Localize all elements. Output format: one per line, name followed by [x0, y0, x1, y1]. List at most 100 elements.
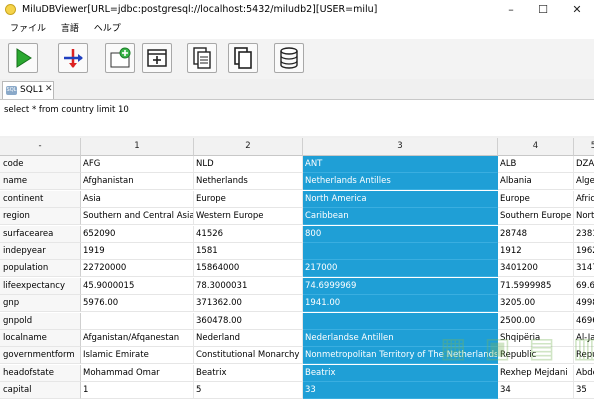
table-cell[interactable]: Western Europe [194, 208, 303, 226]
table-cell[interactable]: DZA [574, 156, 594, 173]
database-button[interactable] [274, 43, 304, 73]
table-cell[interactable]: 1581 [194, 243, 303, 260]
row-header[interactable]: population [0, 260, 81, 278]
row-header[interactable]: continent [0, 190, 81, 208]
table-cell[interactable]: Algeria [574, 173, 594, 191]
row-header[interactable]: governmentform [0, 347, 81, 365]
table-cell[interactable]: AFG [81, 156, 194, 173]
column-header-4[interactable]: 4 [498, 138, 574, 156]
table-cell[interactable]: 800 [303, 225, 498, 243]
table-cell[interactable]: Islamic Emirate [81, 347, 194, 365]
close-button[interactable]: ✕ [562, 0, 592, 20]
table-cell[interactable]: 1941.00 [303, 295, 498, 313]
table-cell[interactable]: Beatrix [303, 364, 498, 382]
table-cell[interactable]: Europe [498, 190, 574, 208]
table-cell[interactable]: Southern Europe [498, 208, 574, 226]
row-header[interactable]: gnpold [0, 312, 81, 330]
table-cell[interactable]: 33 [303, 382, 498, 400]
menu-file[interactable]: ファイル [4, 20, 52, 39]
table-cell[interactable]: 71.5999985 [498, 277, 574, 295]
table-cell[interactable]: Constitutional Monarchy [194, 347, 303, 365]
table-cell[interactable]: Asia [81, 190, 194, 208]
table-cell[interactable]: 1912 [498, 243, 574, 260]
menu-language[interactable]: 言語 [55, 20, 85, 39]
table-cell[interactable] [303, 312, 498, 330]
table-cell[interactable]: 22720000 [81, 260, 194, 278]
table-cell[interactable]: 49982.00 [574, 295, 594, 313]
table-cell[interactable]: Albania [498, 173, 574, 191]
new-tab-button[interactable] [105, 43, 135, 73]
table-cell[interactable]: 3401200 [498, 260, 574, 278]
maximize-button[interactable]: ☐ [528, 0, 558, 20]
table-cell[interactable]: Netherlands [194, 173, 303, 191]
copy-doc-button[interactable] [187, 43, 217, 73]
table-cell[interactable]: 1962 [574, 243, 594, 260]
table-cell[interactable]: 78.3000031 [194, 277, 303, 295]
table-cell[interactable]: 31471000 [574, 260, 594, 278]
table-cell[interactable]: Southern and Central Asia [81, 208, 194, 226]
row-header[interactable]: indepyear [0, 243, 81, 260]
table-cell[interactable]: NLD [194, 156, 303, 173]
table-cell[interactable]: 34 [498, 382, 574, 400]
table-cell[interactable]: 5 [194, 382, 303, 400]
table-cell[interactable]: Nederland [194, 330, 303, 347]
table-cell[interactable]: 217000 [303, 260, 498, 278]
sql-text[interactable]: select * from country limit 10 [4, 105, 129, 115]
tab-sql1[interactable]: SQL SQL1 ✕ [2, 81, 54, 99]
column-header-0[interactable]: - [0, 138, 81, 156]
table-cell[interactable]: 5976.00 [81, 295, 194, 313]
table-cell[interactable]: 2381741 [574, 226, 594, 243]
table-cell[interactable]: Mohammad Omar [81, 364, 194, 382]
table-cell[interactable]: 15864000 [194, 260, 303, 278]
table-cell[interactable]: 1 [81, 382, 194, 400]
table-cell[interactable]: Beatrix [194, 364, 303, 382]
table-cell[interactable]: 46966.00 [574, 313, 594, 330]
table-cell[interactable] [303, 243, 498, 260]
table-cell[interactable]: Europe [194, 190, 303, 208]
table-cell[interactable]: Rexhep Mejdani [498, 364, 574, 382]
row-header[interactable]: localname [0, 330, 81, 347]
row-header[interactable]: lifeexpectancy [0, 277, 81, 295]
run-button[interactable] [8, 43, 38, 73]
row-header[interactable]: region [0, 208, 81, 226]
table-cell[interactable]: Abdelaziz Bouteflika [574, 365, 594, 382]
row-header[interactable]: code [0, 156, 81, 173]
table-cell[interactable]: ANT [303, 156, 498, 173]
row-header[interactable]: headofstate [0, 364, 81, 382]
menu-help[interactable]: ヘルプ [88, 20, 127, 39]
table-cell[interactable]: North America [303, 190, 498, 208]
table-cell[interactable]: 74.6999969 [303, 277, 498, 295]
copy-button[interactable] [228, 43, 258, 73]
table-cell[interactable]: Caribbean [303, 208, 498, 226]
minimize-button[interactable]: – [496, 0, 526, 20]
table-cell[interactable] [81, 312, 194, 330]
table-cell[interactable]: Afganistan/Afqanestan [81, 330, 194, 347]
close-tab-icon[interactable]: ✕ [45, 84, 53, 94]
table-cell[interactable]: Africa [574, 191, 594, 208]
table-cell[interactable]: Afghanistan [81, 173, 194, 191]
add-panel-button[interactable] [142, 43, 172, 73]
sql-editor[interactable]: select * from country limit 10 [0, 100, 594, 136]
row-header[interactable]: gnp [0, 295, 81, 313]
table-cell[interactable]: 371362.00 [194, 295, 303, 313]
table-cell[interactable]: 35 [574, 382, 594, 400]
column-header-3[interactable]: 3 [303, 138, 498, 156]
column-header-1[interactable]: 1 [81, 138, 194, 156]
row-header[interactable]: name [0, 173, 81, 191]
table-cell[interactable]: 652090 [81, 225, 194, 243]
column-header-2[interactable]: 2 [194, 138, 303, 156]
table-cell[interactable]: 69.6999969 [574, 278, 594, 295]
table-cell[interactable]: ALB [498, 156, 574, 173]
table-cell[interactable]: 2500.00 [498, 312, 574, 330]
row-header[interactable]: surfacearea [0, 225, 81, 243]
result-grid[interactable]: -1 2 3 4 5 code AFG NLD ANT ALB DZA name Afghanistan… [0, 138, 594, 408]
row-header[interactable]: capital [0, 382, 81, 400]
table-cell[interactable]: 45.9000015 [81, 277, 194, 295]
table-cell[interactable]: Northern Africa [574, 208, 594, 226]
table-cell[interactable]: 3205.00 [498, 295, 574, 313]
table-cell[interactable]: 1919 [81, 243, 194, 260]
table-cell[interactable]: Netherlands Antilles [303, 173, 498, 191]
column-header-5[interactable]: 5 [574, 138, 594, 156]
table-cell[interactable]: 41526 [194, 225, 303, 243]
table-cell[interactable]: 360478.00 [194, 312, 303, 330]
